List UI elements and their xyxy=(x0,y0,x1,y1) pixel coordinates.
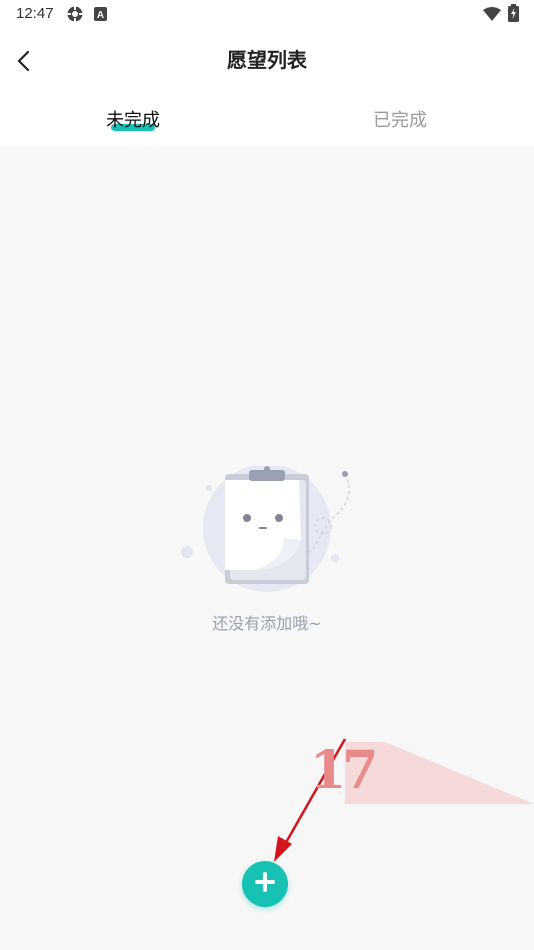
wifi-icon xyxy=(483,6,501,25)
battery-charging-icon xyxy=(508,4,519,26)
wish-list-content: 还没有添加哦~ xyxy=(0,146,534,950)
tab-incomplete-label: 未完成 xyxy=(106,110,160,131)
clipboard-face-illustration xyxy=(175,464,365,596)
page-title: 愿望列表 xyxy=(227,48,307,72)
svg-text:A: A xyxy=(97,10,104,21)
add-wish-button[interactable] xyxy=(242,861,288,907)
tab-complete[interactable]: 已完成 xyxy=(340,106,460,132)
header: 愿望列表 未完成 已完成 xyxy=(0,28,534,146)
a-notification-icon: A xyxy=(94,6,107,25)
watermark-text: 17 xyxy=(310,740,378,801)
tab-complete-label: 已完成 xyxy=(373,110,427,131)
tab-incomplete[interactable]: 未完成 xyxy=(73,106,193,132)
settings-gear-icon xyxy=(66,5,84,27)
status-time: 12:47 xyxy=(16,5,54,22)
status-bar: 12:47 A xyxy=(0,0,534,28)
empty-state-message: 还没有添加哦~ xyxy=(212,614,322,633)
plus-icon xyxy=(254,871,276,897)
